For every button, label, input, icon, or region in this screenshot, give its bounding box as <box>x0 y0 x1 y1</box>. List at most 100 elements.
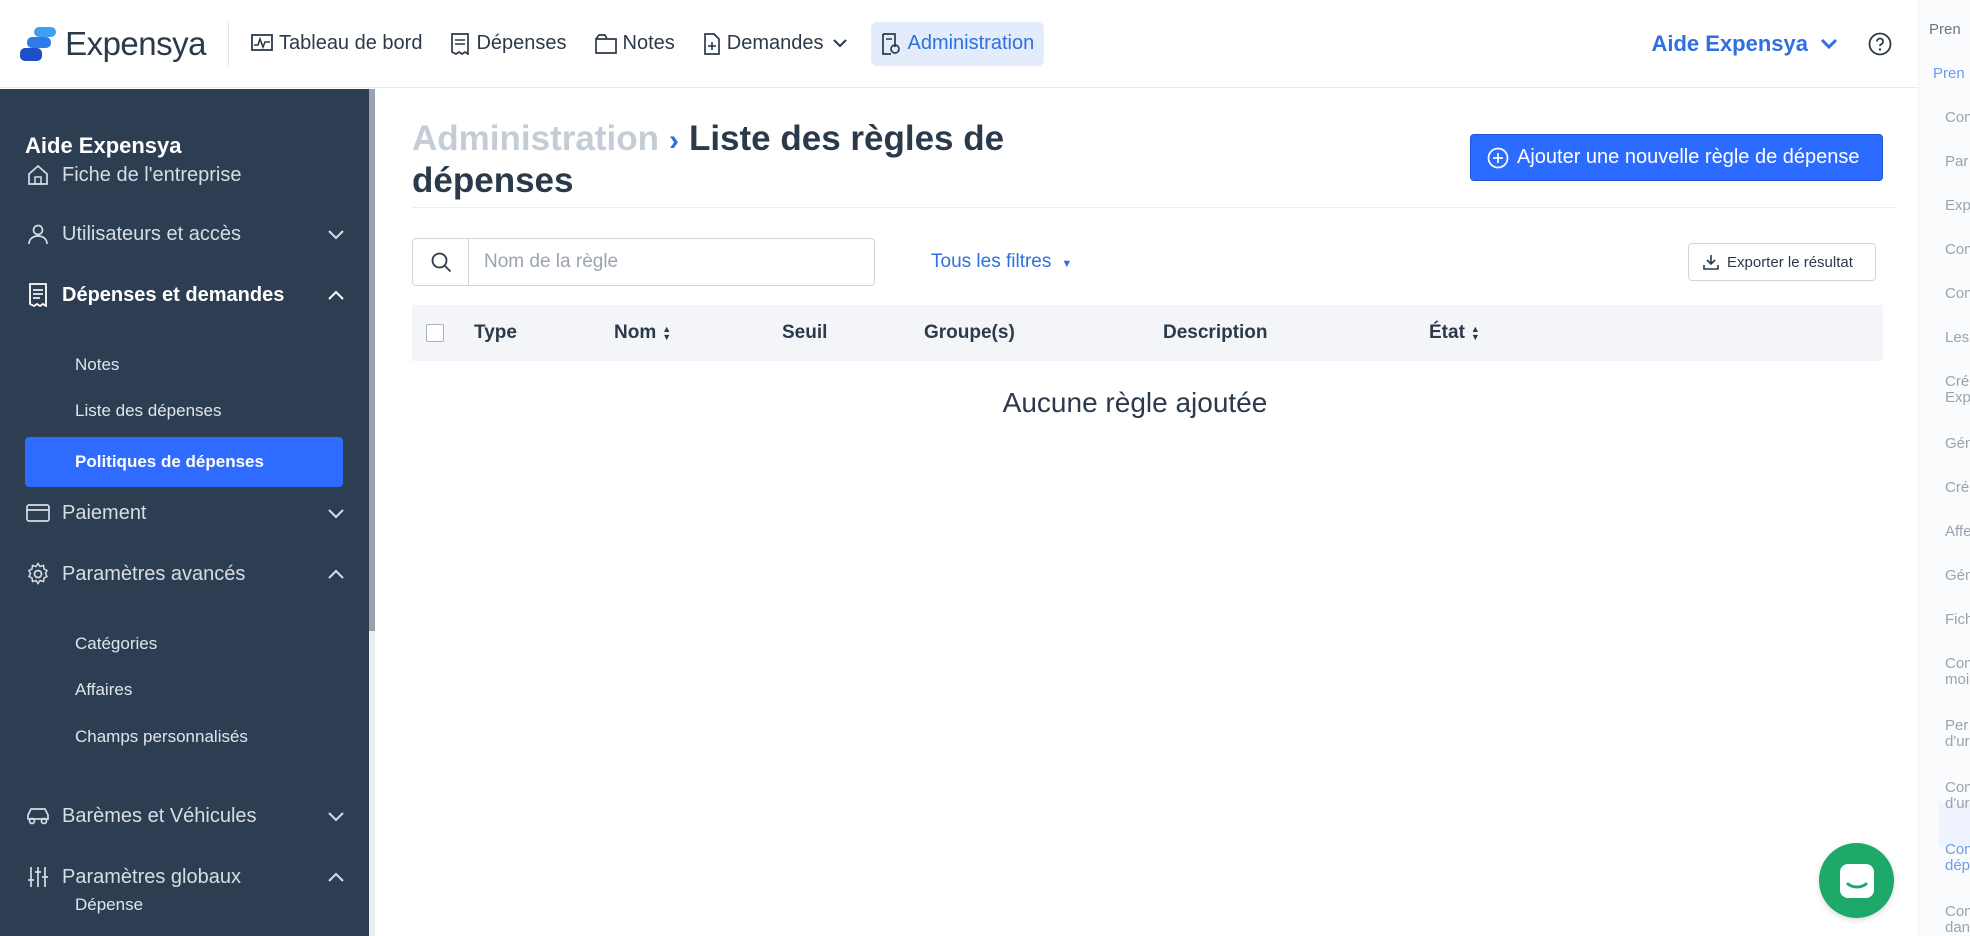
add-rule-label: Ajouter une nouvelle règle de dépense <box>1517 146 1860 168</box>
column-label: Description <box>1163 322 1268 343</box>
help-item[interactable]: Exp <box>1945 198 1970 214</box>
help-item[interactable]: Par <box>1945 154 1968 170</box>
card-icon <box>25 500 51 526</box>
plus-circle-icon <box>1487 147 1509 168</box>
breadcrumb-parent[interactable]: Administration <box>412 119 659 158</box>
sidebar-item-label: Fiche de l'entreprise <box>62 163 242 186</box>
sidebar-item-label: Paiement <box>62 501 147 524</box>
column-label: État <box>1429 322 1465 343</box>
sidebar-subitem-categories[interactable]: Catégories <box>75 634 157 654</box>
chevron-up-icon <box>328 872 344 882</box>
all-filters-label: Tous les filtres <box>931 251 1052 272</box>
search-icon[interactable] <box>413 239 469 285</box>
nav-administration-label: Administration <box>907 32 1035 54</box>
nav-notes[interactable]: Notes <box>585 22 685 66</box>
sidebar-subitem-affairs[interactable]: Affaires <box>75 680 132 700</box>
home-icon <box>25 162 51 188</box>
receipt-icon <box>25 282 51 308</box>
sidebar-subitem-expense-policies[interactable]: Politiques de dépenses <box>25 437 343 487</box>
sidebar-item-label: Paramètres globaux <box>62 865 241 888</box>
sidebar-item-expenses-requests[interactable]: Dépenses et demandes <box>25 275 345 315</box>
folder-icon <box>594 33 617 54</box>
empty-state-message: Aucune règle ajoutée <box>1002 387 1268 418</box>
user-icon <box>25 221 51 247</box>
help-item[interactable]: Cré Exp <box>1945 374 1970 406</box>
rule-name-search-input[interactable] <box>469 239 869 285</box>
help-item[interactable]: Fich <box>1945 612 1970 628</box>
nav-dashboard[interactable]: Tableau de bord <box>241 22 432 66</box>
column-label: Type <box>474 322 517 343</box>
sidebar-item-payment[interactable]: Paiement <box>25 493 345 533</box>
help-item[interactable]: Con dép <box>1945 842 1970 874</box>
help-item[interactable]: Affe <box>1945 524 1970 540</box>
help-item[interactable]: Les <box>1945 330 1969 346</box>
chevron-down-icon <box>328 811 344 821</box>
app-root: Expensya Tableau de bord Dépenses Notes … <box>0 0 1970 936</box>
nav-expenses-label: Dépenses <box>476 32 567 54</box>
chevron-down-icon <box>328 229 344 239</box>
brand-name: Expensya <box>65 24 206 62</box>
help-item[interactable]: Con moi <box>1945 656 1970 688</box>
column-header-state[interactable]: État ▲ ▼ <box>1429 322 1480 344</box>
car-icon <box>25 803 51 829</box>
export-result-label: Exporter le résultat <box>1727 253 1853 271</box>
help-item[interactable]: Per d'ur <box>1945 718 1970 750</box>
chevron-down-icon <box>1820 38 1838 49</box>
help-icon[interactable] <box>1868 32 1892 56</box>
main-content: Administration › Liste des règles de dépen… <box>375 89 1897 936</box>
column-label: Nom <box>614 322 657 343</box>
sidebar-item-advanced-settings[interactable]: Paramètres avancés <box>25 554 345 594</box>
nav-administration[interactable]: Administration <box>871 21 1045 66</box>
nav-requests-label: Demandes <box>726 32 824 54</box>
document-plus-icon <box>703 32 720 55</box>
header-divider <box>412 207 1897 208</box>
column-header-type: Type <box>474 322 517 344</box>
sort-icon[interactable]: ▲ ▼ <box>1471 325 1480 342</box>
rule-search <box>412 238 875 286</box>
sidebar-item-label: Utilisateurs et accès <box>62 222 241 245</box>
sidebar-item-users-access[interactable]: Utilisateurs et accès <box>25 214 345 254</box>
chat-icon <box>1839 863 1874 898</box>
nav-requests[interactable]: Demandes <box>693 22 864 66</box>
help-item[interactable]: Con dan <box>1945 904 1970 936</box>
help-item[interactable]: Con d'ur <box>1945 780 1970 812</box>
help-item[interactable]: Pren <box>1929 22 1961 38</box>
chevron-down-icon <box>328 508 344 518</box>
all-filters-dropdown[interactable]: Tous les filtres ▼ <box>931 251 1072 273</box>
select-all-checkbox[interactable] <box>426 324 444 342</box>
breadcrumb: Administration › Liste des règles de dépen… <box>412 119 1032 201</box>
help-item[interactable]: Pren <box>1933 66 1965 82</box>
admin-icon <box>882 32 901 55</box>
expensya-logo-icon <box>20 26 56 61</box>
nav-separator <box>228 21 229 66</box>
chevron-right-icon: › <box>668 124 679 157</box>
chat-launcher-button[interactable] <box>1819 843 1894 918</box>
user-menu[interactable]: Aide Expensya <box>1651 31 1838 57</box>
sidebar-subitem-expense[interactable]: Dépense <box>75 895 143 915</box>
nav-notes-label: Notes <box>622 32 675 54</box>
help-item[interactable]: Gén <box>1945 436 1970 452</box>
export-result-button[interactable]: Exporter le résultat <box>1688 243 1876 281</box>
chevron-up-icon <box>328 290 344 300</box>
brand-logo[interactable]: Expensya <box>20 25 206 63</box>
sidebar-subitem-notes[interactable]: Notes <box>75 355 119 375</box>
column-header-name[interactable]: Nom ▲ ▼ <box>614 322 671 344</box>
sidebar-item-scales-vehicles[interactable]: Barèmes et Véhicules <box>25 796 345 836</box>
top-navbar: Expensya Tableau de bord Dépenses Notes … <box>0 0 1918 88</box>
sidebar-subitem-custom-fields[interactable]: Champs personnalisés <box>75 727 248 747</box>
sidebar-subitem-expense-list[interactable]: Liste des dépenses <box>75 401 222 421</box>
sort-icon[interactable]: ▲ ▼ <box>662 325 671 342</box>
chevron-down-icon <box>833 39 848 48</box>
help-item[interactable]: Gén <box>1945 568 1970 584</box>
sidebar-item-label: Paramètres avancés <box>62 562 246 585</box>
help-item[interactable]: Con <box>1945 286 1970 302</box>
add-rule-button[interactable]: Ajouter une nouvelle règle de dépense <box>1470 134 1883 181</box>
help-item[interactable]: Con <box>1945 242 1970 258</box>
sidebar-item-global-settings[interactable]: Paramètres globaux <box>25 857 345 897</box>
gear-icon <box>25 561 51 587</box>
help-item[interactable]: Con <box>1945 110 1970 126</box>
sidebar-item-company-profile[interactable]: Fiche de l'entreprise <box>25 155 345 195</box>
download-icon <box>1703 255 1719 270</box>
nav-expenses[interactable]: Dépenses <box>440 22 576 66</box>
help-item[interactable]: Cré <box>1945 480 1969 496</box>
